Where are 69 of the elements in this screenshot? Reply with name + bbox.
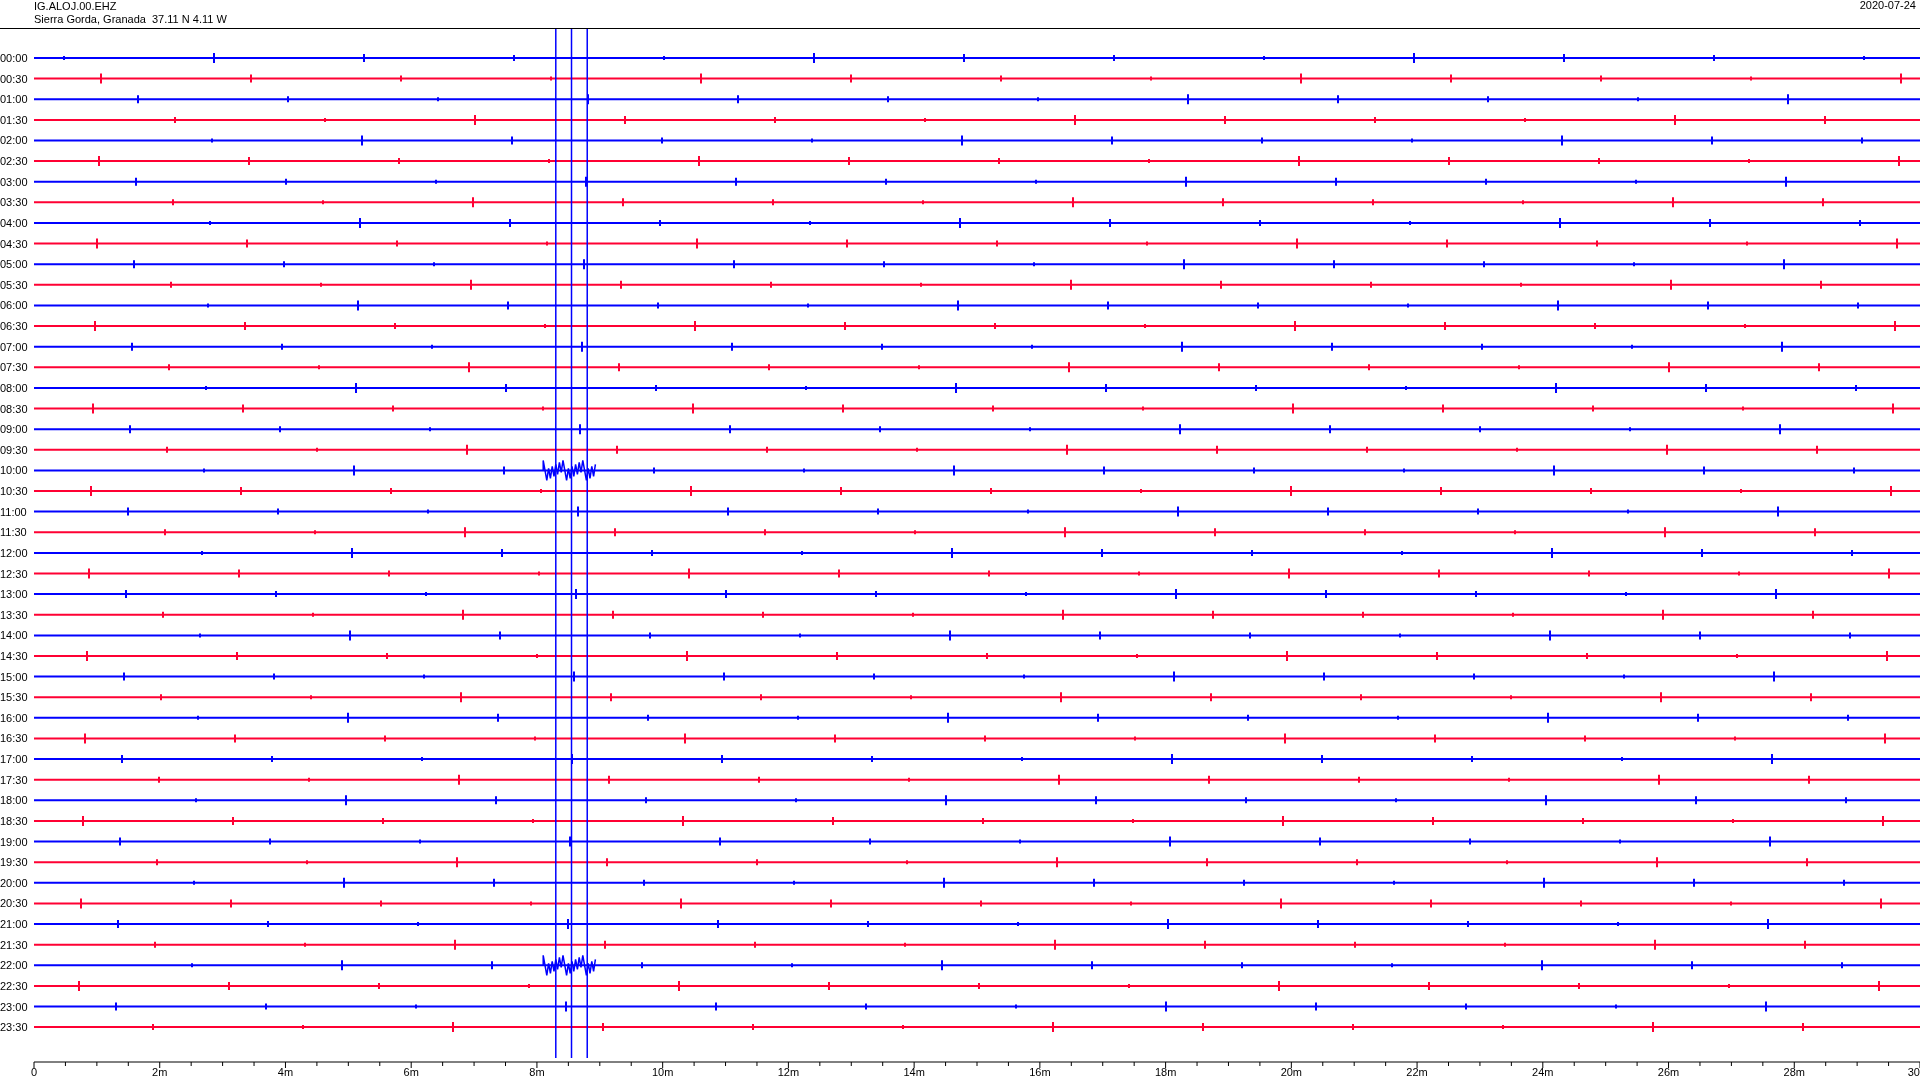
waveform-burst	[542, 954, 597, 977]
plot-date: 2020-07-24	[1859, 0, 1916, 13]
time-label: 11:00	[0, 505, 27, 518]
axis-tick-label: 4m	[277, 1066, 294, 1078]
time-label: 06:00	[0, 299, 28, 312]
waveform-burst	[542, 459, 597, 482]
axis-tick-label: 0	[30, 1066, 38, 1078]
time-label: 01:30	[0, 113, 28, 126]
time-label: 23:30	[0, 1021, 28, 1034]
axis-tick-label: 24m	[1532, 1066, 1554, 1078]
axis-tick-label: 10m	[651, 1066, 674, 1078]
axis-tick-label: 20m	[1280, 1066, 1303, 1078]
time-label: 20:00	[0, 876, 28, 889]
time-label: 08:00	[0, 381, 28, 394]
time-label: 14:00	[0, 629, 28, 642]
time-label: 08:30	[0, 402, 28, 415]
time-label: 17:30	[0, 773, 28, 786]
time-label: 18:00	[0, 794, 28, 807]
time-label: 13:00	[0, 588, 28, 601]
time-label: 20:30	[0, 897, 28, 910]
time-label: 17:00	[0, 753, 28, 766]
time-label: 10:30	[0, 485, 28, 497]
time-label: 19:00	[0, 835, 28, 848]
axis-tick-label: 2m	[152, 1066, 168, 1078]
axis-tick-label: 18m	[1154, 1066, 1177, 1078]
time-label: 23:00	[0, 1000, 28, 1013]
time-label: 14:30	[0, 650, 28, 662]
time-label: 03:00	[0, 175, 28, 188]
time-label: 10:00	[0, 464, 28, 477]
time-label: 15:30	[0, 691, 28, 704]
axis-tick-label: 12m	[777, 1066, 800, 1078]
time-label: 12:00	[0, 546, 28, 559]
time-label: 21:00	[0, 918, 28, 931]
time-label: 21:30	[0, 938, 28, 951]
station-location: Sierra Gorda, Granada 37.11 N 4.11 W	[34, 13, 227, 26]
time-label: 04:30	[0, 237, 28, 250]
time-label: 11:30	[0, 526, 27, 539]
time-label: 06:30	[0, 320, 28, 333]
time-label: 02:30	[0, 155, 28, 168]
time-label: 13:30	[0, 608, 28, 621]
time-label: 16:00	[0, 711, 28, 724]
time-label: 02:00	[0, 134, 28, 147]
time-label: 09:00	[0, 423, 28, 436]
axis-tick-label: 6m	[403, 1066, 419, 1078]
axis-tick-label: 26m	[1657, 1066, 1680, 1078]
time-label: 16:30	[0, 732, 28, 745]
time-label: 04:00	[0, 216, 28, 229]
time-label: 03:30	[0, 196, 28, 209]
axis-tick-label: 8m	[529, 1066, 545, 1078]
axis-tick-label: 14m	[903, 1066, 925, 1078]
time-label: 00:30	[0, 72, 28, 85]
time-label: 05:00	[0, 258, 28, 271]
time-label: 09:30	[0, 443, 28, 456]
axis-tick-label: 16m	[1029, 1066, 1051, 1078]
time-label: 19:30	[0, 856, 28, 869]
time-label: 22:30	[0, 979, 28, 992]
time-label: 05:30	[0, 278, 28, 291]
time-label: 01:00	[0, 93, 28, 106]
time-label: 12:30	[0, 567, 28, 580]
axis-tick-label: 30	[1907, 1066, 1920, 1078]
time-label: 22:00	[0, 959, 28, 972]
time-label: 18:30	[0, 814, 28, 827]
station-code: IG.ALOJ.00.EHZ	[34, 0, 118, 13]
axis-tick-label: 22m	[1406, 1066, 1428, 1078]
time-label: 15:00	[0, 670, 28, 683]
time-label: 00:00	[0, 52, 28, 64]
time-label: 07:00	[0, 340, 28, 353]
time-label: 07:30	[0, 361, 28, 374]
axis-tick-label: 28m	[1783, 1066, 1805, 1078]
